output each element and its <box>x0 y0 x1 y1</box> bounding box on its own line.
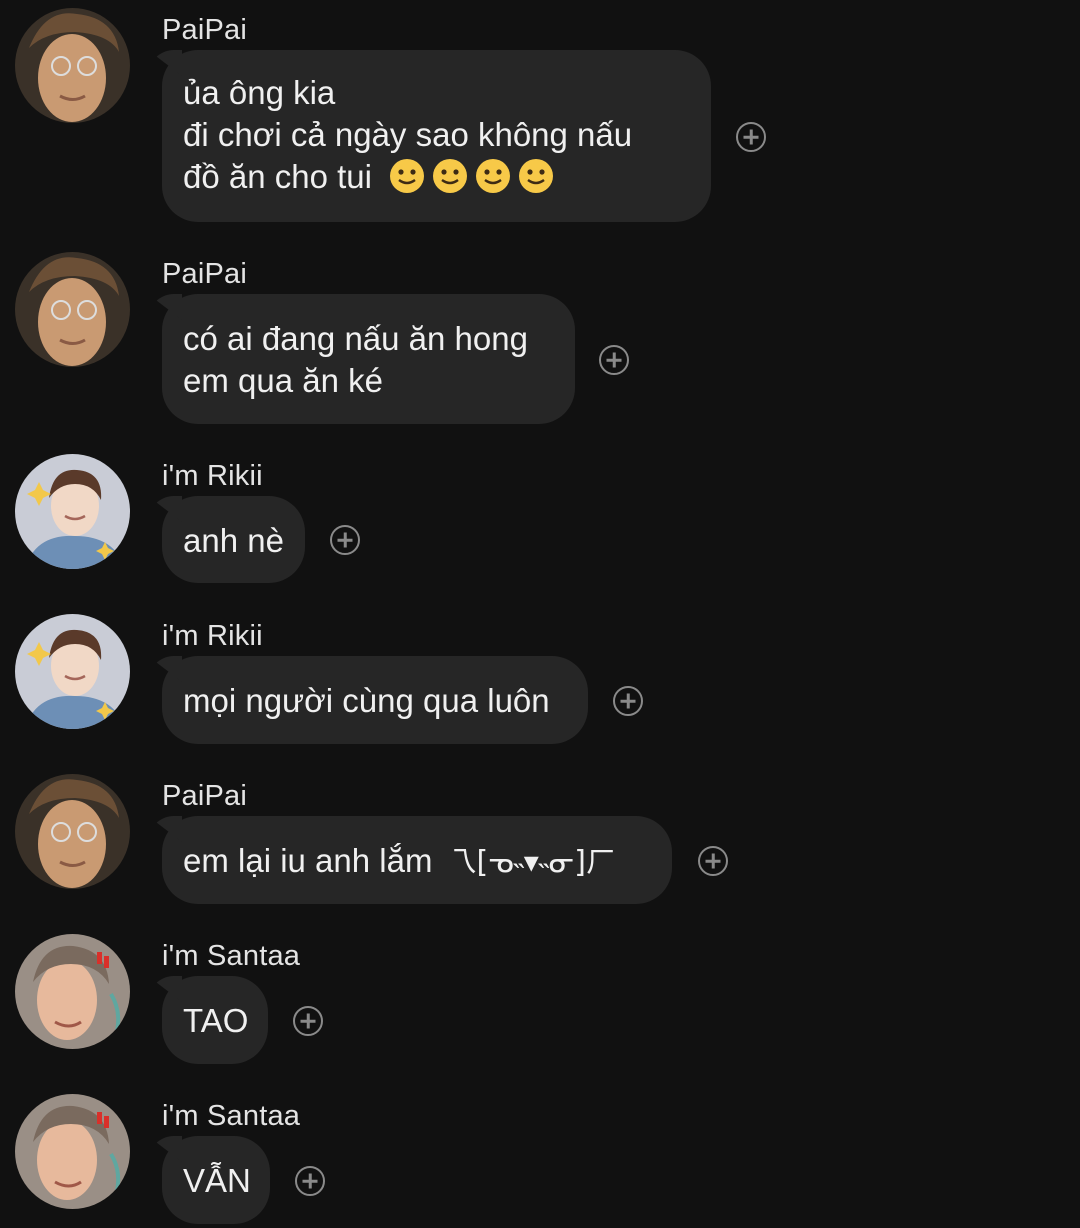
message-text: ủa ông kia <box>183 74 336 111</box>
message-bubble[interactable]: TAO <box>162 976 268 1064</box>
message-text: mọi người cùng qua luôn <box>183 682 550 719</box>
message-text: có ai đang nấu ăn hong <box>183 320 528 357</box>
avatar-santaa[interactable] <box>15 1094 130 1209</box>
message-bubble[interactable]: mọi người cùng qua luôn <box>162 656 588 744</box>
avatar-paipai[interactable] <box>15 774 130 889</box>
add-reaction-icon[interactable] <box>330 525 360 555</box>
message-text: anh nè <box>183 522 284 559</box>
message-text: đồ ăn cho tui <box>183 158 372 195</box>
add-reaction-icon[interactable] <box>698 846 728 876</box>
sender-name: i'm Rikii <box>162 460 263 492</box>
sender-name: i'm Santaa <box>162 940 301 972</box>
message-text-line: đồ ăn cho tui <box>183 156 690 198</box>
message-bubble[interactable]: em lại iu anh lắm 乁[ᓀ˵▾˵ᓂ]ㄏ <box>162 816 672 904</box>
message-text: em qua ăn ké <box>183 362 383 399</box>
avatar-paipai[interactable] <box>15 252 130 367</box>
message-text: TAO <box>183 1002 249 1039</box>
sender-name: PaiPai <box>162 780 248 812</box>
message-text: em lại iu anh lắm <box>183 842 433 879</box>
slightly-smiling-face-icon <box>518 158 554 194</box>
slightly-smiling-face-icon <box>475 158 511 194</box>
slightly-smiling-face-icon <box>389 158 425 194</box>
avatar-santaa[interactable] <box>15 934 130 1049</box>
add-reaction-icon[interactable] <box>613 686 643 716</box>
avatar-rikii[interactable] <box>15 614 130 729</box>
add-reaction-icon[interactable] <box>295 1166 325 1196</box>
avatar-paipai[interactable] <box>15 8 130 123</box>
add-reaction-icon[interactable] <box>599 345 629 375</box>
message-text-line: em lại iu anh lắm 乁[ᓀ˵▾˵ᓂ]ㄏ <box>183 840 651 884</box>
message-text: VẪN <box>183 1162 251 1199</box>
sender-name: i'm Santaa <box>162 1100 301 1132</box>
message-text: đi chơi cả ngày sao không nấu <box>183 116 633 153</box>
message-bubble[interactable]: anh nè <box>162 496 305 583</box>
add-reaction-icon[interactable] <box>293 1006 323 1036</box>
sender-name: PaiPai <box>162 258 248 290</box>
message-bubble[interactable]: ủa ông kia đi chơi cả ngày sao không nấu… <box>162 50 711 222</box>
message-bubble[interactable]: VẪN <box>162 1136 270 1224</box>
sender-name: i'm Rikii <box>162 620 263 652</box>
sender-name: PaiPai <box>162 14 248 46</box>
avatar-rikii[interactable] <box>15 454 130 569</box>
add-reaction-icon[interactable] <box>736 122 766 152</box>
slightly-smiling-face-icon <box>432 158 468 194</box>
message-bubble[interactable]: có ai đang nấu ăn hong em qua ăn ké <box>162 294 575 424</box>
kaomoji-text: 乁[ᓀ˵▾˵ᓂ]ㄏ <box>446 845 616 880</box>
